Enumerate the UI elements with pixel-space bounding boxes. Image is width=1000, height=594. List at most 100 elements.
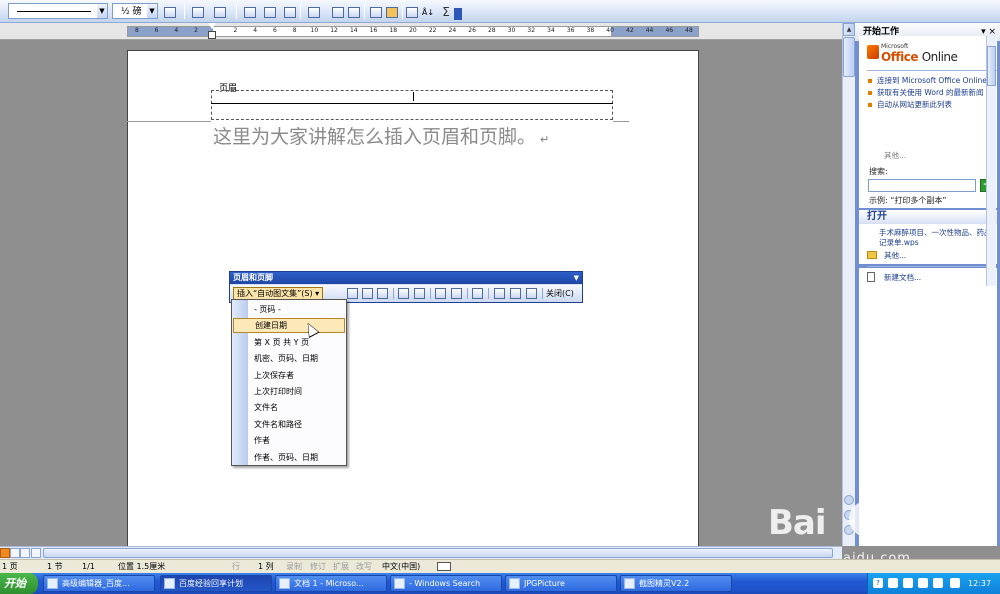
autotext-menu-item[interactable]: - 页码 - — [233, 302, 345, 317]
line-style-combo[interactable]: ▼ — [8, 3, 108, 19]
status-overtype[interactable]: 改写 — [356, 560, 372, 573]
status-track[interactable]: 修订 — [310, 560, 326, 573]
ruler-tick: 26 — [468, 27, 476, 34]
ruler-tick: 42 — [626, 27, 634, 34]
merge-cells-icon[interactable] — [262, 4, 278, 20]
autotext-menu-item[interactable]: 上次保存者 — [233, 368, 345, 383]
spelling-status-icon[interactable] — [437, 562, 451, 571]
ruler-tick: 28 — [487, 27, 496, 34]
display-icon[interactable] — [950, 578, 960, 588]
scroll-left-icon[interactable] — [31, 548, 41, 558]
taskbar-button[interactable]: - Windows Search — [390, 575, 502, 592]
autotext-menu-item[interactable]: 作者、页码、日期 — [233, 450, 345, 465]
ruler-tick: 4 — [174, 27, 179, 34]
ruler-tick: 12 — [330, 27, 338, 34]
input-method-icon[interactable] — [933, 578, 943, 588]
text-direction-icon[interactable] — [404, 4, 420, 20]
open-section: 手术麻醉项目、一次性物品、药品记录单.wps — [859, 224, 997, 248]
show-previous-icon[interactable] — [510, 288, 521, 299]
shading-color-icon[interactable] — [212, 4, 228, 20]
status-record[interactable]: 录制 — [286, 560, 302, 573]
search-input[interactable] — [868, 179, 976, 192]
sort-icon[interactable]: Å↓ — [420, 4, 436, 20]
toolbar-options-icon[interactable] — [454, 8, 462, 20]
insert-table-icon[interactable] — [242, 4, 258, 20]
vertical-scrollbar[interactable]: ▲ — [842, 23, 855, 546]
horizontal-scrollbar[interactable] — [0, 546, 842, 559]
autotext-menu-item[interactable]: 上次打印时间 — [233, 384, 345, 399]
align-icon[interactable] — [306, 4, 322, 20]
folder-icon — [867, 251, 877, 259]
chevron-down-icon[interactable]: ▼ — [97, 4, 107, 18]
autoformat-icon[interactable] — [368, 4, 384, 20]
open-more-link[interactable]: 其他... — [884, 250, 906, 261]
close-header-footer-button[interactable]: 关闭(C) — [546, 287, 574, 300]
taskbar-button[interactable]: JPGPicture — [505, 575, 617, 592]
toolbar-separator — [393, 288, 394, 299]
taskbar-button[interactable]: 高级编辑器_百度... — [43, 575, 155, 592]
distribute-columns-icon[interactable] — [346, 4, 362, 20]
taskbar-button[interactable]: 文档 1 - Microso... — [275, 575, 387, 592]
web-view-icon[interactable] — [10, 548, 20, 558]
task-pane-office-section: Microsoft Office Online 连接到 Microsoft Of… — [859, 36, 997, 208]
office-link[interactable]: 连接到 Microsoft Office Online — [867, 76, 995, 86]
pen-color-icon[interactable] — [162, 4, 178, 20]
taskbar-button[interactable]: 百度经验回享计划 — [160, 575, 272, 592]
document-body-text[interactable]: 这里为大家讲解怎么插入页眉和页脚。 ↵ — [213, 122, 549, 149]
task-pane-scrollbar[interactable] — [986, 36, 996, 286]
scroll-thumb[interactable] — [987, 46, 996, 86]
ruler-tick: 30 — [507, 27, 516, 34]
format-page-number-icon[interactable] — [377, 288, 388, 299]
new-document-link[interactable]: 新建文档... — [884, 272, 921, 283]
scroll-thumb[interactable] — [43, 548, 833, 558]
autosum-icon[interactable]: Σ — [438, 4, 454, 20]
print-view-icon[interactable] — [20, 548, 30, 558]
ruler-tick: 8 — [134, 27, 139, 34]
office-link[interactable]: 自动从网站更新此列表 — [867, 100, 995, 110]
ruler-tick: 8 — [292, 27, 297, 34]
normal-view-icon[interactable] — [0, 548, 10, 558]
show-hide-text-icon[interactable] — [451, 288, 462, 299]
baidu-paw-icon — [849, 501, 885, 537]
distribute-rows-icon[interactable] — [330, 4, 346, 20]
security-icon[interactable] — [918, 578, 928, 588]
insert-page-number-icon[interactable] — [347, 288, 358, 299]
autotext-menu-item[interactable]: 创建日期 — [233, 318, 345, 334]
border-icon[interactable] — [190, 4, 206, 20]
toolbar-options-icon[interactable]: ▼ — [574, 272, 579, 284]
status-position: 位置 1.5厘米 — [118, 562, 166, 571]
insert-time-icon[interactable] — [414, 288, 425, 299]
link-to-previous-icon[interactable] — [472, 288, 483, 299]
autotext-menu-item[interactable]: 第 X 页 共 Y 页 — [233, 335, 345, 350]
taskbar-button[interactable]: 截图精灵V2.2 — [620, 575, 732, 592]
indent-marker-icon[interactable] — [208, 23, 216, 40]
split-cells-icon[interactable] — [282, 4, 298, 20]
header-edit-area[interactable] — [211, 90, 613, 120]
autotext-menu-item[interactable]: 文件名和路径 — [233, 417, 345, 432]
header-footer-toolbar-title[interactable]: 页眉和页脚 ▼ — [230, 272, 582, 284]
chevron-down-icon[interactable]: ▼ — [147, 4, 157, 18]
more-link[interactable]: 其他... — [884, 150, 906, 161]
network-icon[interactable] — [888, 578, 898, 588]
office-link[interactable]: 获取有关使用 Word 的最新新闻 — [867, 88, 995, 98]
office-online-logo[interactable]: Microsoft Office Online — [865, 40, 985, 68]
page-setup-icon[interactable] — [435, 288, 446, 299]
taskbar-button-label: JPGPicture — [524, 579, 565, 588]
insert-date-icon[interactable] — [398, 288, 409, 299]
volume-icon[interactable] — [903, 578, 913, 588]
switch-header-footer-icon[interactable] — [494, 288, 505, 299]
show-next-icon[interactable] — [526, 288, 537, 299]
show-gridlines-icon[interactable] — [384, 4, 400, 20]
autotext-menu-item[interactable]: 机密、页码、日期 — [233, 351, 345, 366]
start-button[interactable]: 开始 — [0, 573, 38, 594]
autotext-menu-item[interactable]: 文件名 — [233, 400, 345, 415]
insert-page-count-icon[interactable] — [362, 288, 373, 299]
scroll-up-icon[interactable]: ▲ — [843, 23, 855, 36]
app-icon — [47, 578, 58, 589]
autotext-menu-item[interactable]: 作者 — [233, 433, 345, 448]
recent-file-link[interactable]: 手术麻醉项目、一次性物品、药品记录单.wps — [879, 228, 995, 248]
status-extend[interactable]: 扩展 — [333, 560, 349, 573]
toolbar-separator — [402, 4, 403, 19]
scroll-thumb[interactable] — [843, 37, 855, 77]
help-icon[interactable]: ? — [873, 578, 883, 588]
